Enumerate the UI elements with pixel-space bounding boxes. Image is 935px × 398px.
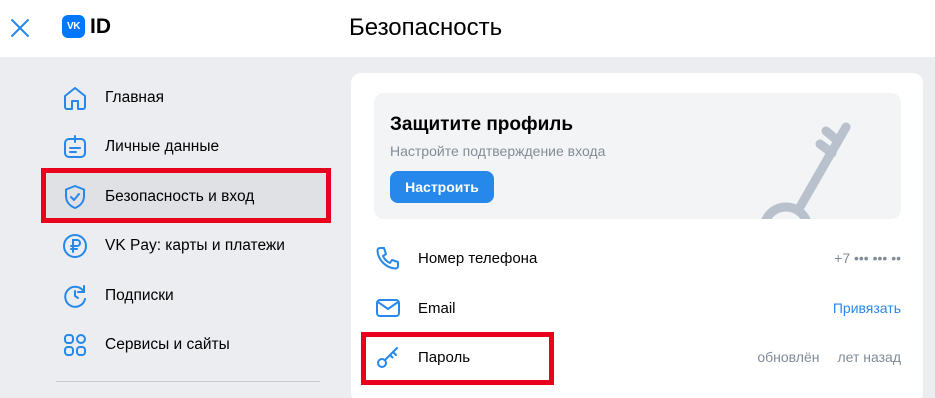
ruble-icon: [62, 233, 88, 259]
email-label: Email: [418, 299, 456, 317]
phone-icon: [374, 244, 402, 272]
mail-icon: [374, 294, 402, 322]
sidebar-item-personal-data[interactable]: Личные данные: [44, 123, 329, 173]
phone-label: Номер телефона: [418, 249, 538, 267]
logo-text: ID: [90, 15, 111, 38]
sidebar-item-label: Безопасность и вход: [105, 187, 255, 205]
sidebar-item-home[interactable]: Главная: [44, 73, 329, 123]
vk-logo[interactable]: VK: [62, 15, 85, 38]
page-title: Безопасность: [349, 14, 503, 41]
subscription-clock-icon: [62, 283, 88, 309]
key-icon: [374, 343, 402, 371]
sidebar-item-label: VK Pay: карты и платежи: [105, 237, 285, 255]
id-card-icon: [62, 134, 88, 160]
sidebar-item-vk-pay[interactable]: VK Pay: карты и платежи: [44, 222, 329, 272]
promo-title: Защитите профиль: [390, 114, 574, 135]
shield-check-icon: [62, 184, 88, 210]
password-updated-ago: лет назад: [837, 349, 901, 365]
sidebar-item-subscriptions[interactable]: Подписки: [44, 271, 329, 321]
sidebar-item-services[interactable]: Сервисы и сайты: [44, 321, 329, 371]
sidebar: Главная Личные данные Безопасность и вхо…: [44, 73, 329, 370]
top-bar: VK ID Безопасность: [0, 0, 935, 57]
bind-email-link[interactable]: Привязать: [833, 300, 901, 316]
home-icon: [62, 85, 88, 111]
promo-subtitle: Настройте подтверждение входа: [390, 143, 606, 159]
close-icon[interactable]: [10, 18, 30, 38]
sidebar-item-label: Главная: [105, 88, 164, 106]
sidebar-divider: [56, 381, 320, 382]
phone-value: +7 ••• ••• ••: [834, 250, 901, 266]
password-updated-value: обновлён: [757, 349, 820, 365]
key-illustration-icon: [761, 122, 851, 219]
sidebar-item-label: Сервисы и сайты: [105, 336, 230, 354]
setup-button[interactable]: Настроить: [390, 171, 494, 203]
password-label: Пароль: [418, 348, 471, 366]
sidebar-item-security[interactable]: Безопасность и вход: [44, 172, 329, 222]
password-row[interactable]: Пароль обновлён лет назад: [374, 332, 901, 382]
promo-banner: Защитите профиль Настройте подтверждение…: [374, 93, 901, 219]
sidebar-item-label: Личные данные: [105, 138, 220, 156]
services-grid-icon: [62, 332, 88, 358]
phone-row[interactable]: Номер телефона +7 ••• ••• ••: [374, 233, 901, 283]
email-row[interactable]: Email Привязать: [374, 283, 901, 333]
close-button[interactable]: [6, 14, 34, 42]
sidebar-item-label: Подписки: [105, 286, 174, 304]
